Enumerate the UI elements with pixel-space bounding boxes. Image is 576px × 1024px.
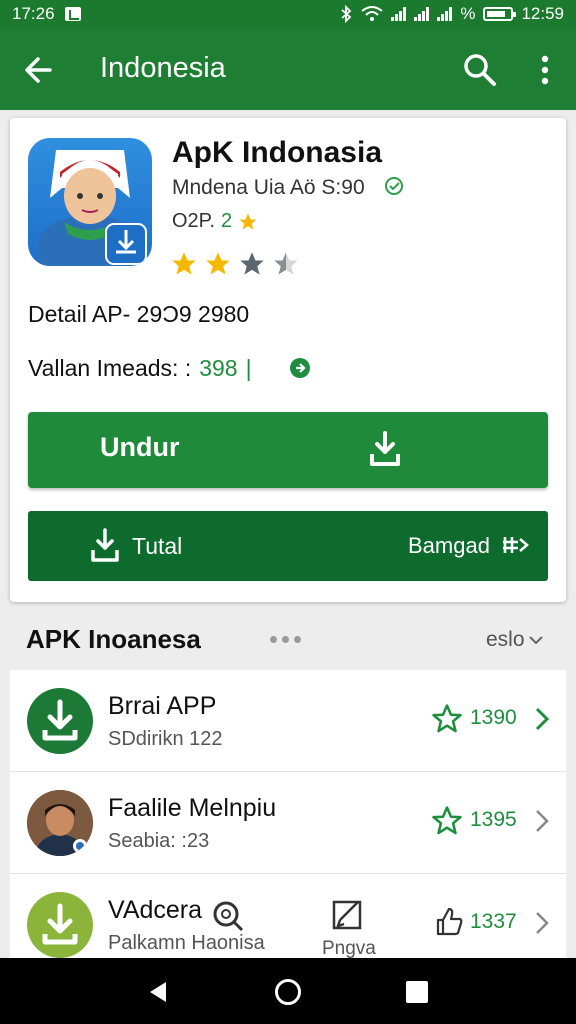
rating-star-icon bbox=[239, 213, 257, 229]
list-item-count: 1395 bbox=[470, 808, 517, 831]
downloads-separator: | bbox=[245, 355, 252, 381]
list-item[interactable]: Faalile Melnpiu Seabia: :23 1395 bbox=[10, 772, 566, 874]
install-button[interactable]: Undur bbox=[28, 412, 548, 488]
status-bar: 17:26 % 12:59 bbox=[0, 0, 576, 28]
more-dots-icon[interactable] bbox=[270, 636, 301, 643]
rating-label: O2P. bbox=[172, 210, 215, 232]
download-circle-icon bbox=[27, 688, 93, 754]
list-item-count: 1337 bbox=[470, 910, 517, 933]
app-list: Brrai APP SDdirikn 122 1390 Faalile Meln… bbox=[10, 670, 566, 970]
downloads-value: 398 bbox=[199, 355, 238, 381]
search-icon[interactable] bbox=[210, 898, 246, 934]
nav-recents-icon[interactable] bbox=[406, 981, 428, 1003]
battery-percent: % bbox=[460, 4, 476, 23]
status-time-right: 12:59 bbox=[521, 4, 564, 23]
secondary-right-label: Bamgad bbox=[408, 533, 490, 558]
download-icon bbox=[370, 431, 400, 466]
arrow-circle-icon[interactable] bbox=[288, 356, 312, 380]
app-icon bbox=[28, 138, 152, 266]
notification-icon bbox=[64, 7, 81, 21]
list-item-subtitle: SDdirikn 122 bbox=[108, 728, 223, 750]
app-detail-card: ApK Indonasia Mndena Uia Aö S:90 O2P. 2 … bbox=[10, 118, 566, 602]
list-item-title: VAdcera bbox=[108, 896, 203, 924]
verified-icon bbox=[385, 177, 403, 195]
chevron-down-icon bbox=[528, 636, 543, 645]
downloads-info: Vallan Imeads: : 398 | bbox=[28, 355, 252, 382]
list-item-subtitle: Seabia: :23 bbox=[108, 830, 210, 852]
star-icon-filled bbox=[172, 252, 196, 275]
downloads-label: Vallan Imeads: : bbox=[28, 355, 192, 381]
list-item-title: Brrai APP bbox=[108, 692, 217, 720]
status-time-left: 17:26 bbox=[12, 4, 55, 23]
secondary-action-button[interactable]: Tutal Bamgad bbox=[28, 511, 548, 581]
signal-icon bbox=[391, 7, 407, 21]
sort-dropdown[interactable]: eslo bbox=[486, 628, 543, 652]
app-developer[interactable]: Mndena Uia Aö S:90 bbox=[172, 176, 365, 200]
list-item-extra-label: Pngva bbox=[322, 938, 376, 959]
app-rating: O2P. 2 bbox=[172, 210, 258, 233]
thumbs-up-icon[interactable] bbox=[432, 904, 466, 938]
install-button-label: Undur bbox=[100, 432, 180, 462]
chevron-right-icon[interactable] bbox=[532, 806, 552, 836]
edit-icon[interactable] bbox=[330, 896, 366, 932]
download-circle-icon bbox=[27, 892, 93, 958]
star-outline-icon[interactable] bbox=[430, 702, 464, 736]
battery-icon bbox=[483, 7, 517, 21]
rating-number: 2 bbox=[221, 210, 233, 232]
app-detail-text: Detail AP- 29Ɔ9 2980 bbox=[28, 301, 250, 327]
nav-back-icon[interactable] bbox=[146, 980, 170, 1004]
chevron-right-icon[interactable] bbox=[532, 704, 552, 734]
star-rating bbox=[170, 250, 300, 278]
star-icon-dark bbox=[240, 252, 264, 275]
chevron-right-icon[interactable] bbox=[532, 908, 552, 938]
more-vert-icon[interactable] bbox=[530, 50, 560, 90]
list-item-title: Faalile Melnpiu bbox=[108, 794, 277, 822]
wifi-icon bbox=[361, 6, 383, 21]
sort-label: eslo bbox=[486, 628, 525, 651]
star-outline-icon[interactable] bbox=[430, 804, 464, 838]
app-name: ApK Indonasia bbox=[172, 136, 383, 169]
secondary-left-label: Tutal bbox=[132, 533, 183, 559]
system-nav-bar bbox=[0, 958, 576, 1024]
star-icon-half bbox=[274, 252, 298, 275]
back-arrow-icon[interactable] bbox=[20, 50, 60, 90]
bluetooth-icon bbox=[341, 5, 352, 23]
app-bar: Indonesia bbox=[0, 28, 576, 110]
hash-arrow-icon bbox=[503, 537, 529, 553]
signal-icon-2 bbox=[414, 7, 430, 21]
list-item[interactable]: Brrai APP SDdirikn 122 1390 bbox=[10, 670, 566, 772]
list-item-count: 1390 bbox=[470, 706, 517, 729]
page-title: Indonesia bbox=[100, 52, 226, 84]
search-icon[interactable] bbox=[460, 50, 500, 90]
download-icon bbox=[91, 528, 119, 562]
section-title: APK Inoanesa bbox=[26, 624, 201, 654]
star-icon-filled bbox=[206, 252, 230, 275]
signal-icon-3 bbox=[437, 7, 453, 21]
list-item-subtitle: Palkamn Наonisa bbox=[108, 932, 265, 954]
nav-home-icon[interactable] bbox=[275, 979, 301, 1005]
person-photo bbox=[27, 790, 93, 856]
